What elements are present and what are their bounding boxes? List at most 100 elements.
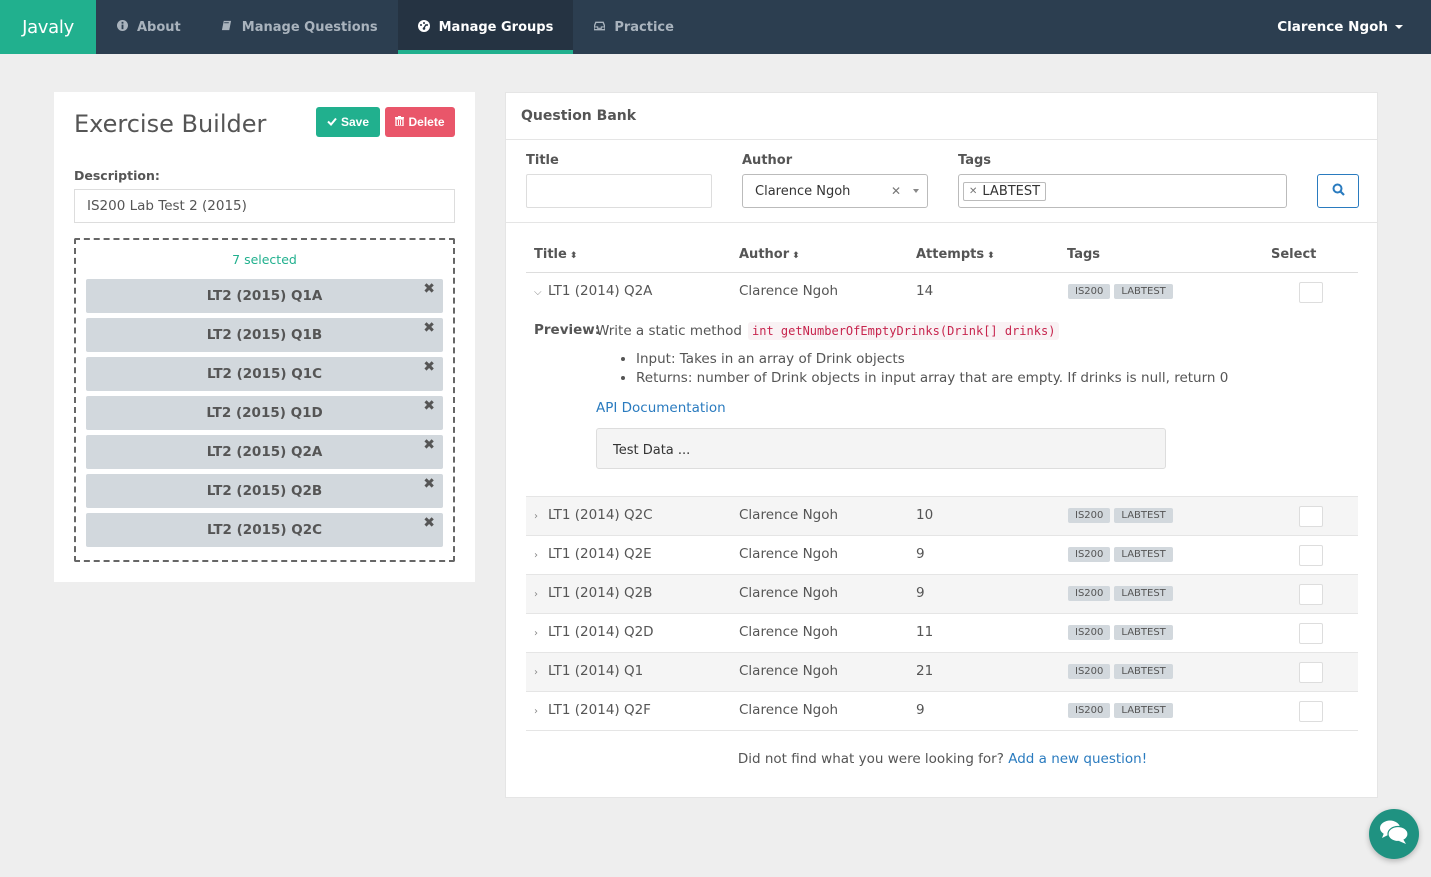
select-checkbox[interactable]	[1299, 506, 1323, 527]
chevron-right-icon[interactable]: ›	[534, 511, 548, 522]
col-author-header[interactable]: Author ⬍	[739, 247, 800, 262]
remove-icon[interactable]: ✖	[423, 515, 435, 531]
filter-bar: Title Author Clarence Ngoh ✕ Tags ✕ LABT…	[506, 140, 1377, 223]
tag-badge: LABTEST	[1114, 586, 1173, 601]
row-attempts: 11	[916, 624, 934, 640]
chevron-right-icon[interactable]: ›	[534, 550, 548, 561]
remove-icon[interactable]: ✖	[423, 398, 435, 414]
description-input[interactable]: IS200 Lab Test 2 (2015)	[74, 189, 455, 223]
nav-manage-questions[interactable]: Manage Questions	[201, 0, 398, 54]
save-label: Save	[340, 115, 370, 129]
select-checkbox[interactable]	[1299, 584, 1323, 605]
book-icon	[221, 20, 233, 34]
selected-questions-dropzone[interactable]: 7 selected LT2 (2015) Q1A ✖ LT2 (2015) Q1B…	[74, 238, 455, 562]
author-filter-select[interactable]: Clarence Ngoh ✕	[742, 174, 928, 208]
author-filter-label: Author	[742, 153, 793, 168]
selected-question-item[interactable]: LT2 (2015) Q1C ✖	[86, 357, 443, 391]
row-title[interactable]: › LT1 (2014) Q1	[534, 663, 643, 679]
col-select-header: Select	[1271, 247, 1317, 262]
row-title[interactable]: ⌵ LT1 (2014) Q2A	[534, 283, 652, 299]
select-checkbox[interactable]	[1299, 623, 1323, 644]
remove-icon[interactable]: ✖	[423, 437, 435, 453]
tag-badge: LABTEST	[1114, 547, 1173, 562]
row-title-text: LT1 (2014) Q2E	[548, 546, 652, 562]
chat-button[interactable]	[1369, 809, 1419, 859]
selected-question-item[interactable]: LT2 (2015) Q2B ✖	[86, 474, 443, 508]
row-attempts: 21	[916, 663, 934, 679]
remove-icon[interactable]: ✖	[423, 320, 435, 336]
nav-practice[interactable]: Practice	[573, 0, 694, 54]
selected-question-item[interactable]: LT2 (2015) Q2C ✖	[86, 513, 443, 547]
title-filter-label: Title	[526, 153, 559, 168]
selected-question-item[interactable]: LT2 (2015) Q2A ✖	[86, 435, 443, 469]
dropdown-arrow-icon[interactable]	[913, 189, 919, 193]
table-row[interactable]: › LT1 (2014) Q2E Clarence Ngoh 9 IS200 LABTES…	[526, 536, 1358, 575]
select-checkbox[interactable]	[1299, 545, 1323, 566]
table-row[interactable]: › LT1 (2014) Q2D Clarence Ngoh 11 IS200 LABTE…	[526, 614, 1358, 653]
brand-logo[interactable]: Javaly	[0, 0, 96, 54]
row-title[interactable]: › LT1 (2014) Q2D	[534, 624, 654, 640]
row-title[interactable]: › LT1 (2014) Q2B	[534, 585, 652, 601]
test-data-panel[interactable]: Test Data ...	[596, 428, 1166, 469]
tag-badge: IS200	[1068, 547, 1111, 562]
delete-button[interactable]: Delete	[385, 107, 455, 137]
sort-icon: ⬍	[792, 251, 800, 261]
remove-icon[interactable]: ✖	[423, 281, 435, 297]
title-filter-input[interactable]	[526, 174, 712, 208]
question-preview: Preview: Write a static method int getNumb…	[526, 312, 1358, 497]
table-row[interactable]: › LT1 (2014) Q2C Clarence Ngoh 10 IS200 LABTE…	[526, 497, 1358, 536]
row-tags: IS200 LABTEST	[1068, 284, 1173, 299]
selected-question-item[interactable]: LT2 (2015) Q1A ✖	[86, 279, 443, 313]
preview-bullets: Input: Takes in an array of Drink object…	[636, 350, 1228, 388]
col-attempts-header[interactable]: Attempts ⬍	[916, 247, 995, 262]
row-attempts: 14	[916, 283, 934, 299]
select-checkbox[interactable]	[1299, 701, 1323, 722]
tag-badge: LABTEST	[1114, 664, 1173, 679]
nav-manage-groups[interactable]: Manage Groups	[397, 0, 574, 54]
save-button[interactable]: Save	[316, 107, 380, 137]
table-row[interactable]: › LT1 (2014) Q2B Clarence Ngoh 9 IS200 LABTES…	[526, 575, 1358, 614]
table-row[interactable]: › LT1 (2014) Q2F Clarence Ngoh 9 IS200 LABTES…	[526, 692, 1358, 731]
row-title-text: LT1 (2014) Q2D	[548, 624, 654, 640]
api-documentation-link[interactable]: API Documentation	[596, 400, 726, 416]
selected-question-item[interactable]: LT2 (2015) Q1B ✖	[86, 318, 443, 352]
sort-icon: ⬍	[987, 251, 995, 261]
tag-badge: LABTEST	[1114, 703, 1173, 718]
tag-badge: LABTEST	[1114, 284, 1173, 299]
col-title-header[interactable]: Title ⬍	[534, 247, 577, 262]
col-author-label: Author	[739, 247, 790, 262]
preview-bullet: Returns: number of Drink objects in inpu…	[636, 369, 1228, 388]
nav-about[interactable]: About	[96, 0, 201, 54]
row-author: Clarence Ngoh	[739, 546, 839, 562]
row-title[interactable]: › LT1 (2014) Q2E	[534, 546, 652, 562]
search-button[interactable]	[1317, 174, 1359, 208]
row-author: Clarence Ngoh	[739, 624, 839, 640]
exercise-builder-panel: Exercise Builder Save Delete Description…	[54, 92, 475, 582]
col-tags-header: Tags	[1067, 247, 1101, 262]
select-checkbox[interactable]	[1299, 282, 1323, 303]
row-title[interactable]: › LT1 (2014) Q2F	[534, 702, 651, 718]
user-name: Clarence Ngoh	[1277, 19, 1388, 35]
tag-badge: LABTEST	[1114, 625, 1173, 640]
user-menu[interactable]: Clarence Ngoh	[1277, 0, 1431, 54]
tags-filter-input[interactable]: ✕ LABTEST	[958, 174, 1287, 208]
table-body: ⌵ LT1 (2014) Q2A Clarence Ngoh 14 IS200 LABTE…	[526, 273, 1358, 731]
select-checkbox[interactable]	[1299, 662, 1323, 683]
row-author: Clarence Ngoh	[739, 507, 839, 523]
chevron-down-icon[interactable]: ⌵	[534, 287, 548, 298]
chevron-right-icon[interactable]: ›	[534, 667, 548, 678]
table-row[interactable]: ⌵ LT1 (2014) Q2A Clarence Ngoh 14 IS200 LABTE…	[526, 273, 1358, 312]
add-question-link[interactable]: Add a new question!	[1008, 751, 1147, 767]
remove-icon[interactable]: ✖	[423, 359, 435, 375]
clear-icon[interactable]: ✕	[891, 184, 901, 198]
nav-manage-questions-label: Manage Questions	[241, 19, 378, 35]
table-row[interactable]: › LT1 (2014) Q1 Clarence Ngoh 21 IS200 LABTES…	[526, 653, 1358, 692]
remove-tag-icon[interactable]: ✕	[969, 186, 977, 197]
chevron-right-icon[interactable]: ›	[534, 589, 548, 600]
row-title[interactable]: › LT1 (2014) Q2C	[534, 507, 653, 523]
selected-question-item[interactable]: LT2 (2015) Q1D ✖	[86, 396, 443, 430]
chevron-right-icon[interactable]: ›	[534, 628, 548, 639]
remove-icon[interactable]: ✖	[423, 476, 435, 492]
row-tags: IS200 LABTEST	[1068, 508, 1173, 523]
chevron-right-icon[interactable]: ›	[534, 706, 548, 717]
